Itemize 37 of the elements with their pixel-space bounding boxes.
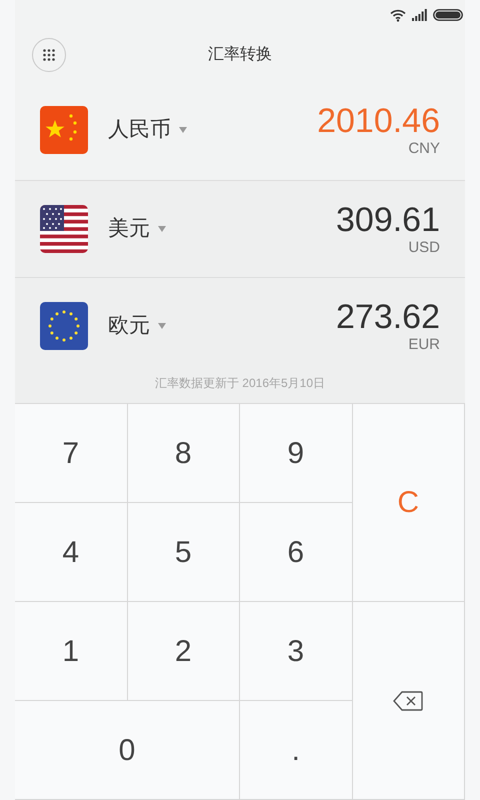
screen-title: 汇率转换 — [208, 44, 272, 65]
number-key[interactable]: 6 — [240, 503, 352, 602]
currency-code: EUR — [408, 336, 440, 354]
grid-icon — [43, 49, 55, 61]
dropdown-caret-icon — [158, 226, 166, 232]
number-key[interactable]: 5 — [128, 503, 240, 602]
menu-button[interactable] — [32, 38, 66, 72]
currency-code: USD — [408, 239, 440, 257]
dropdown-caret-icon — [179, 127, 187, 133]
currency-row[interactable]: 美元 309.61 USD — [15, 180, 465, 277]
number-key[interactable]: 3 — [240, 602, 352, 701]
number-key[interactable]: 1 — [15, 602, 128, 701]
currency-name: 欧元 — [108, 313, 150, 340]
number-key[interactable]: 4 — [15, 503, 128, 602]
backspace-icon — [393, 690, 424, 710]
number-key[interactable]: 9 — [240, 404, 352, 503]
battery-icon — [433, 9, 463, 21]
number-key[interactable]: 8 — [128, 404, 240, 503]
dropdown-caret-icon — [158, 323, 166, 329]
number-key[interactable]: 7 — [15, 404, 128, 503]
signal-icon — [412, 9, 427, 21]
number-key[interactable]: 0 — [15, 701, 240, 800]
number-key[interactable]: 2 — [128, 602, 240, 701]
currency-row[interactable]: 人民币 2010.46 CNY — [15, 80, 465, 180]
number-key[interactable]: . — [240, 701, 352, 800]
flag-icon — [40, 205, 88, 253]
currency-name: 美元 — [108, 216, 150, 242]
update-note: 汇率数据更新于 2016年5月10日 — [154, 375, 326, 392]
flag-icon — [40, 302, 88, 350]
flag-icon — [40, 106, 88, 154]
currency-code: CNY — [408, 140, 440, 158]
amount: 273.62 — [336, 298, 440, 336]
currency-name: 人民币 — [108, 117, 171, 144]
currency-row[interactable]: 欧元 273.62 EUR — [15, 277, 465, 374]
amount: 309.61 — [336, 201, 440, 239]
wifi-icon — [390, 8, 406, 22]
amount: 2010.46 — [317, 102, 440, 140]
